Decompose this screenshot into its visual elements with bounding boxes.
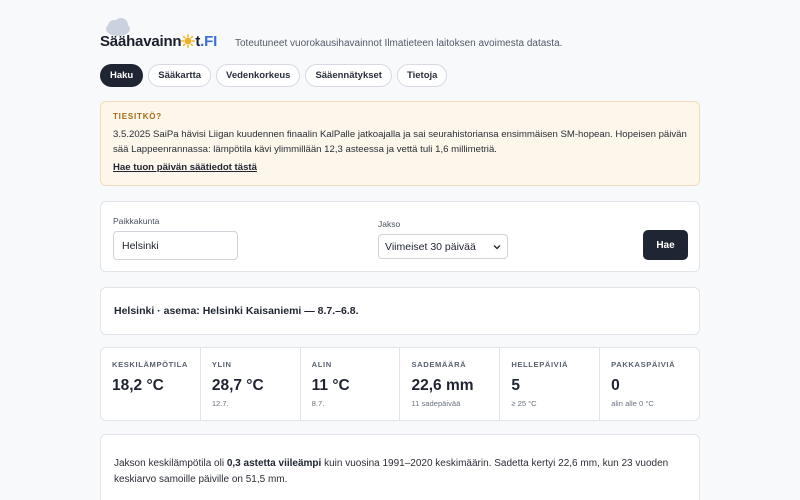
stat-label: ALIN bbox=[311, 360, 332, 369]
chevron-down-icon bbox=[493, 244, 501, 249]
stat-sub: 11 sadepäivää bbox=[411, 399, 461, 408]
stat-value: 18,2 °C bbox=[112, 377, 164, 394]
sun-icon bbox=[181, 34, 196, 48]
city-label: Paikkakunta bbox=[113, 216, 160, 226]
tab-saaennatykset[interactable]: Sääennätykset bbox=[305, 64, 392, 87]
summary-emphasis: 0,3 astetta viileämpi bbox=[226, 458, 322, 469]
tab-haku[interactable]: Haku bbox=[100, 64, 144, 87]
tab-saakartta[interactable]: Sääkartta bbox=[148, 64, 212, 87]
period-select-value: Viimeiset 30 päivää bbox=[385, 240, 476, 253]
stat-value: 11 °C bbox=[311, 377, 350, 394]
main-nav-tabs: Haku Sääkartta Vedenkorkeus Sääennätykse… bbox=[100, 64, 448, 88]
logo-text: Säähavainn t.FI bbox=[100, 33, 218, 50]
stat-value: 22,6 mm bbox=[411, 377, 474, 394]
tab-tietoja[interactable]: Tietoja bbox=[396, 64, 448, 87]
did-you-know-notice: TIESITKÖ? 3.5.2025 SaiPa hävisi Liigan k… bbox=[100, 101, 700, 186]
site-tagline: Toteutuneet vuorokausihavainnot Ilmatiet… bbox=[235, 38, 563, 49]
notice-title: TIESITKÖ? bbox=[113, 112, 162, 121]
stat-mean-temperature: KESKILÄMPÖTILA 18,2 °C bbox=[101, 348, 201, 420]
stat-label: SADEMÄÄRÄ bbox=[411, 360, 467, 369]
summary-card: Jakson keskilämpötila oli 0,3 astetta vi… bbox=[100, 434, 700, 500]
stat-label: YLIN bbox=[211, 360, 232, 369]
city-input[interactable] bbox=[113, 231, 238, 260]
stat-sub: 8.7. bbox=[311, 399, 325, 408]
station-title: Helsinki · asema: Helsinki Kaisaniemi — … bbox=[114, 305, 359, 317]
stat-value: 0 bbox=[611, 377, 620, 394]
stats-grid: KESKILÄMPÖTILA 18,2 °C YLIN 28,7 °C 12.7… bbox=[100, 347, 700, 421]
stat-sub: alin alle 0 °C bbox=[611, 399, 654, 408]
site-logo[interactable]: Säähavainn t.FI bbox=[100, 18, 222, 52]
stat-min-temperature: ALIN 11 °C 8.7. bbox=[301, 348, 401, 420]
site-header: Säähavainn t.FI Toteutuneet vuorokausiha… bbox=[100, 18, 700, 54]
stat-frost-days: PAKKASPÄIVIÄ 0 alin alle 0 °C bbox=[600, 348, 699, 420]
notice-search-link[interactable]: Hae tuon päivän säätiedot tästä bbox=[113, 162, 257, 173]
stat-sub: ≥ 25 °C bbox=[511, 399, 537, 408]
station-header: Helsinki · asema: Helsinki Kaisaniemi — … bbox=[100, 287, 700, 335]
stat-value: 5 bbox=[511, 377, 520, 394]
stat-precipitation: SADEMÄÄRÄ 22,6 mm 11 sadepäivää bbox=[400, 348, 501, 420]
period-label: Jakso bbox=[378, 219, 401, 229]
summary-text: Jakson keskilämpötila oli 0,3 astetta vi… bbox=[114, 458, 669, 485]
period-select[interactable]: Viimeiset 30 päivää bbox=[378, 234, 508, 259]
tab-vedenkorkeus[interactable]: Vedenkorkeus bbox=[216, 64, 301, 87]
stat-label: HELLEPÄIVIÄ bbox=[511, 360, 569, 369]
stat-max-temperature: YLIN 28,7 °C 12.7. bbox=[201, 348, 301, 420]
stat-value: 28,7 °C bbox=[211, 377, 264, 394]
stat-heat-days: HELLEPÄIVIÄ 5 ≥ 25 °C bbox=[500, 348, 601, 420]
stat-label: PAKKASPÄIVIÄ bbox=[611, 360, 676, 369]
stat-label: KESKILÄMPÖTILA bbox=[112, 360, 188, 369]
stat-sub: 12.7. bbox=[211, 399, 229, 408]
search-button[interactable]: Hae bbox=[643, 230, 688, 260]
notice-text: 3.5.2025 SaiPa hävisi Liigan kuudennen f… bbox=[113, 129, 687, 155]
search-form: Paikkakunta Jakso Viimeiset 30 päivää Ha… bbox=[100, 201, 700, 272]
